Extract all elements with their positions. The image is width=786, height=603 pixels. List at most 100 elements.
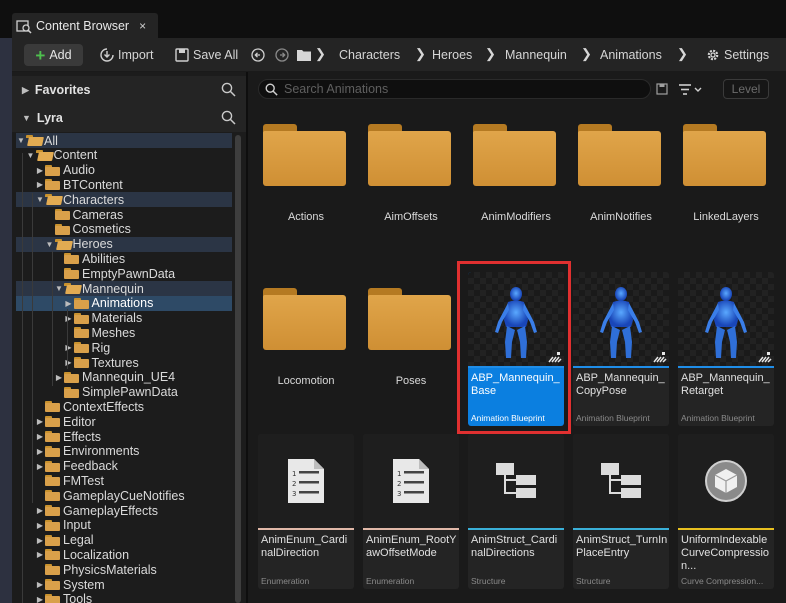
scrollbar-thumb[interactable] [235,135,241,603]
tree-item-textures[interactable]: ▶ Textures [16,355,232,370]
tree-item-feedback[interactable]: ▶ Feedback [16,459,232,474]
collapsed-arrow-icon[interactable]: ▶ [35,180,45,189]
asset-tile[interactable]: ABP_Mannequin_Retarget Animation Blueprin… [678,272,774,426]
save-search-icon[interactable] [656,83,668,95]
favorites-header[interactable]: ▶ Favorites [12,76,246,104]
collapsed-arrow-icon[interactable]: ▶ [35,447,45,456]
tree-item-label: Textures [91,355,139,370]
tree-item-label: GameplayEffects [63,503,158,518]
tree-item-abilities[interactable]: Abilities [16,251,232,266]
tree-item-btcontent[interactable]: ▶ BTContent [16,177,232,192]
tree-item-gameplaycuenotifies[interactable]: GameplayCueNotifies [16,488,232,503]
tree-item-content[interactable]: ▼ Content [16,148,232,163]
expanded-arrow-icon[interactable]: ▼ [54,284,64,293]
expanded-arrow-icon: ▼ [22,113,31,123]
collapsed-arrow-icon[interactable]: ▶ [35,417,45,426]
tree-scrollbar[interactable] [234,133,242,603]
save-all-button[interactable]: Save All [175,46,238,64]
collapsed-arrow-icon[interactable]: ▶ [64,299,74,308]
import-button[interactable]: Import [100,46,153,64]
tree-item-cameras[interactable]: Cameras [16,207,232,222]
breadcrumb-heroes[interactable]: Heroes [432,46,472,64]
tree-item-mannequin[interactable]: ▼ Mannequin [16,281,232,296]
tree-item-legal[interactable]: ▶ Legal [16,533,232,548]
asset-tile[interactable]: UniformIndexableCurveCompression... Curve… [678,434,774,589]
breadcrumb-characters[interactable]: Characters [339,46,400,64]
collapsed-arrow-icon[interactable]: ▶ [35,521,45,530]
search-icon[interactable] [221,110,236,125]
tree-item-materials[interactable]: ▶ Materials [16,311,232,326]
collapsed-arrow-icon[interactable]: ▶ [35,536,45,545]
asset-search-input[interactable]: Search Animations [258,79,651,99]
project-header[interactable]: ▼ Lyra [12,104,246,132]
level-filter-button[interactable]: Level [723,79,769,99]
asset-type: Animation Blueprint [681,413,755,423]
folder-open-icon [26,135,41,146]
settings-button[interactable]: Settings [706,46,769,64]
tree-item-physicsmaterials[interactable]: PhysicsMaterials [16,562,232,577]
tree-item-label: Mannequin [82,281,144,296]
collapsed-arrow-icon[interactable]: ▶ [35,166,45,175]
asset-name: ABP_Mannequin_Retarget [681,372,770,397]
tree-item-rig[interactable]: ▶ Rig [16,340,232,355]
expanded-arrow-icon[interactable]: ▼ [45,240,55,249]
tab-close-icon[interactable]: × [139,19,146,33]
content-browser-icon [16,19,32,34]
tree-item-localization[interactable]: ▶ Localization [16,547,232,562]
tree-item-cosmetics[interactable]: Cosmetics [16,222,232,237]
collapsed-arrow-icon[interactable]: ▶ [54,373,64,382]
asset-type-color-bar [468,528,564,530]
asset-tile[interactable]: AnimStruct_TurnInPlaceEntry Structure [573,434,669,589]
folder-icon [263,288,346,350]
collapsed-arrow-icon[interactable]: ▶ [35,506,45,515]
tree-item-mannequin-ue4[interactable]: ▶ Mannequin_UE4 [16,370,232,385]
breadcrumb-mannequin[interactable]: Mannequin [505,46,567,64]
collapsed-arrow-icon[interactable]: ▶ [35,595,45,603]
asset-type: Enumeration [366,576,415,586]
tree-item-all[interactable]: ▼ All [16,133,232,148]
tree-item-emptypawndata[interactable]: EmptyPawnData [16,266,232,281]
tree-item-heroes[interactable]: ▼ Heroes [16,236,232,252]
tree-item-meshes[interactable]: Meshes [16,325,232,340]
asset-tile[interactable]: 1 2 3 AnimEnum_CardinalDirection Enumeration [258,434,354,589]
tab-content-browser[interactable]: Content Browser × [12,13,158,38]
tree-item-tools[interactable]: ▶ Tools [16,592,232,603]
expanded-arrow-icon[interactable]: ▼ [16,136,26,145]
asset-tile[interactable]: ABP_Mannequin_CopyPose Animation Blueprin… [573,272,669,426]
folder-icon [45,416,60,428]
add-button[interactable]: + Add [24,44,83,66]
folder-path-icon[interactable] [297,49,311,61]
tree-item-environments[interactable]: ▶ Environments [16,444,232,459]
asset-tile[interactable]: 1 2 3 AnimEnum_RootYawOffsetMode Enumeration [363,434,459,589]
tree-item-effects[interactable]: ▶ Effects [16,429,232,444]
breadcrumb-animations[interactable]: Animations [600,46,662,64]
filter-dropdown-icon[interactable] [678,83,704,96]
structure-icon [573,434,669,528]
folder-label: AimOffsets [384,211,438,223]
expanded-arrow-icon[interactable]: ▼ [26,151,36,160]
asset-tile[interactable]: AnimStruct_CardinalDirections Structure [468,434,564,589]
collapsed-arrow-icon[interactable]: ▶ [64,314,74,323]
back-icon[interactable] [251,48,265,62]
tree-item-fmtest[interactable]: FMTest [16,473,232,488]
collapsed-arrow-icon[interactable]: ▶ [35,462,45,471]
search-icon[interactable] [221,82,236,97]
tree-item-simplepawndata[interactable]: SimplePawnData [16,385,232,400]
tree-item-input[interactable]: ▶ Input [16,518,232,533]
tree-item-contexteffects[interactable]: ContextEffects [16,399,232,414]
tree-item-system[interactable]: ▶ System [16,577,232,592]
tree-item-gameplayeffects[interactable]: ▶ GameplayEffects [16,503,232,518]
tree-item-editor[interactable]: ▶ Editor [16,414,232,429]
tree-item-audio[interactable]: ▶ Audio [16,163,232,178]
tree-item-characters[interactable]: ▼ Characters [16,192,232,208]
collapsed-arrow-icon[interactable]: ▶ [35,580,45,589]
tree-item-label: GameplayCueNotifies [63,488,185,503]
expanded-arrow-icon[interactable]: ▼ [35,195,45,204]
tree-item-animations[interactable]: ▶ Animations [16,295,232,311]
collapsed-arrow-icon[interactable]: ▶ [35,550,45,559]
chevron-right-icon: ❯ [315,46,326,61]
collapsed-arrow-icon[interactable]: ▶ [35,432,45,441]
collapsed-arrow-icon[interactable]: ▶ [64,358,74,367]
forward-icon[interactable] [275,48,289,62]
collapsed-arrow-icon[interactable]: ▶ [64,343,74,352]
